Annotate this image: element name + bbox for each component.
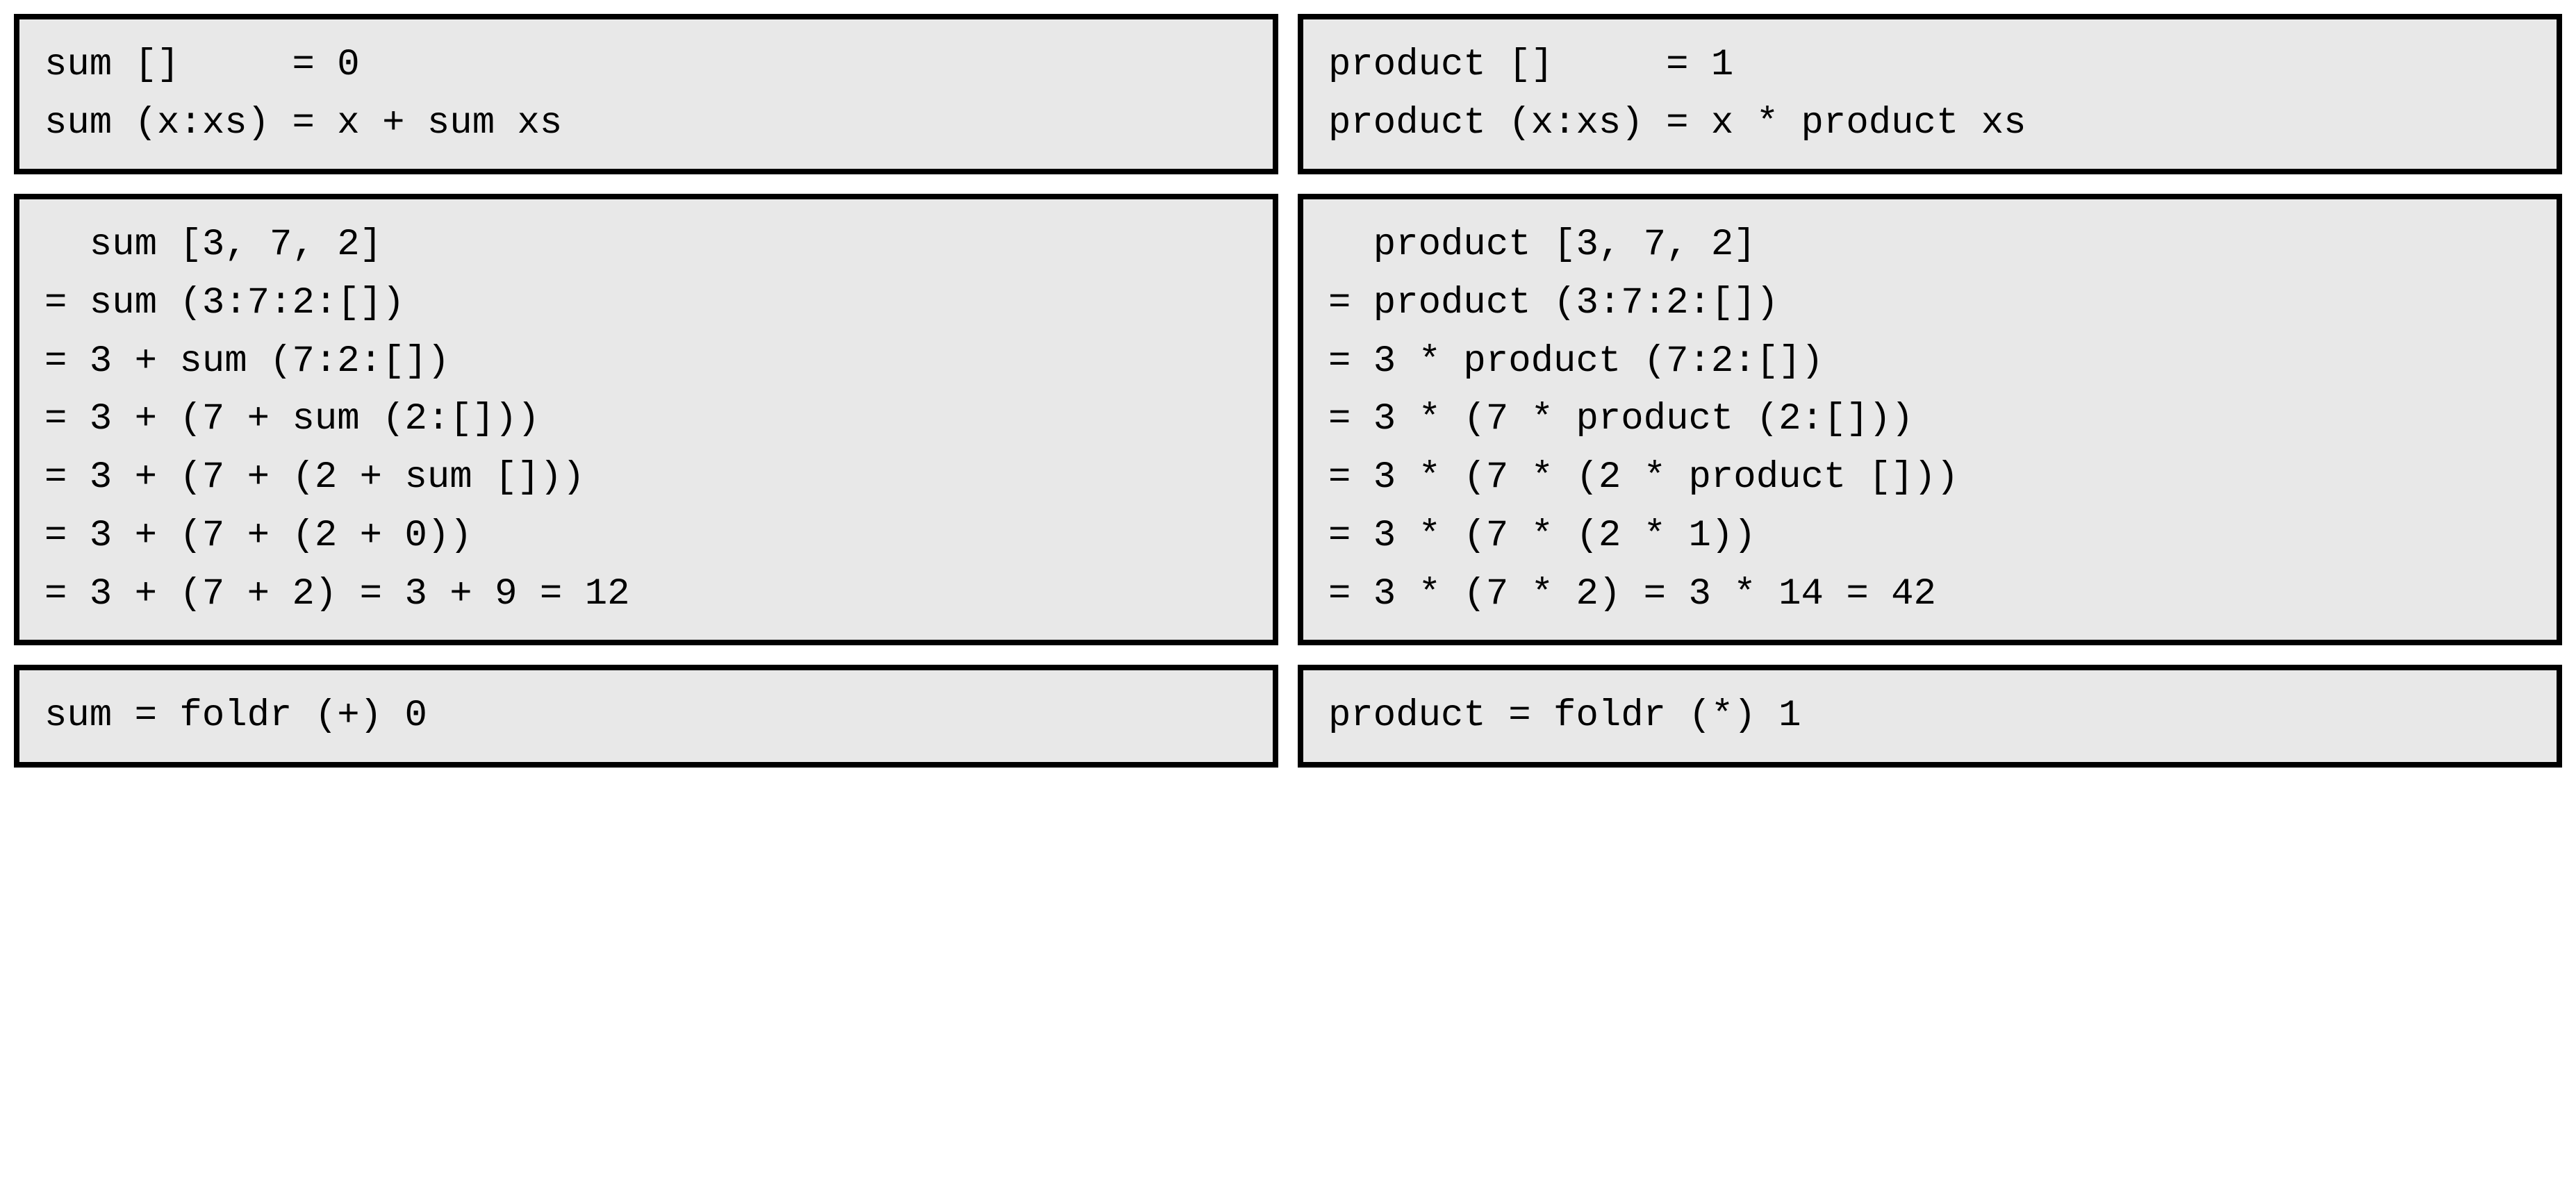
sum-evaluation-box: sum [3, 7, 2] = sum (3:7:2:[]) = 3 + sum… xyxy=(14,194,1278,645)
sum-definition-box: sum [] = 0 sum (x:xs) = x + sum xs xyxy=(14,14,1278,174)
product-evaluation-box: product [3, 7, 2] = product (3:7:2:[]) =… xyxy=(1298,194,2562,645)
product-fold-box: product = foldr (*) 1 xyxy=(1298,665,2562,768)
code-grid: sum [] = 0 sum (x:xs) = x + sum xs produ… xyxy=(14,14,2562,768)
product-definition-box: product [] = 1 product (x:xs) = x * prod… xyxy=(1298,14,2562,174)
sum-fold-box: sum = foldr (+) 0 xyxy=(14,665,1278,768)
